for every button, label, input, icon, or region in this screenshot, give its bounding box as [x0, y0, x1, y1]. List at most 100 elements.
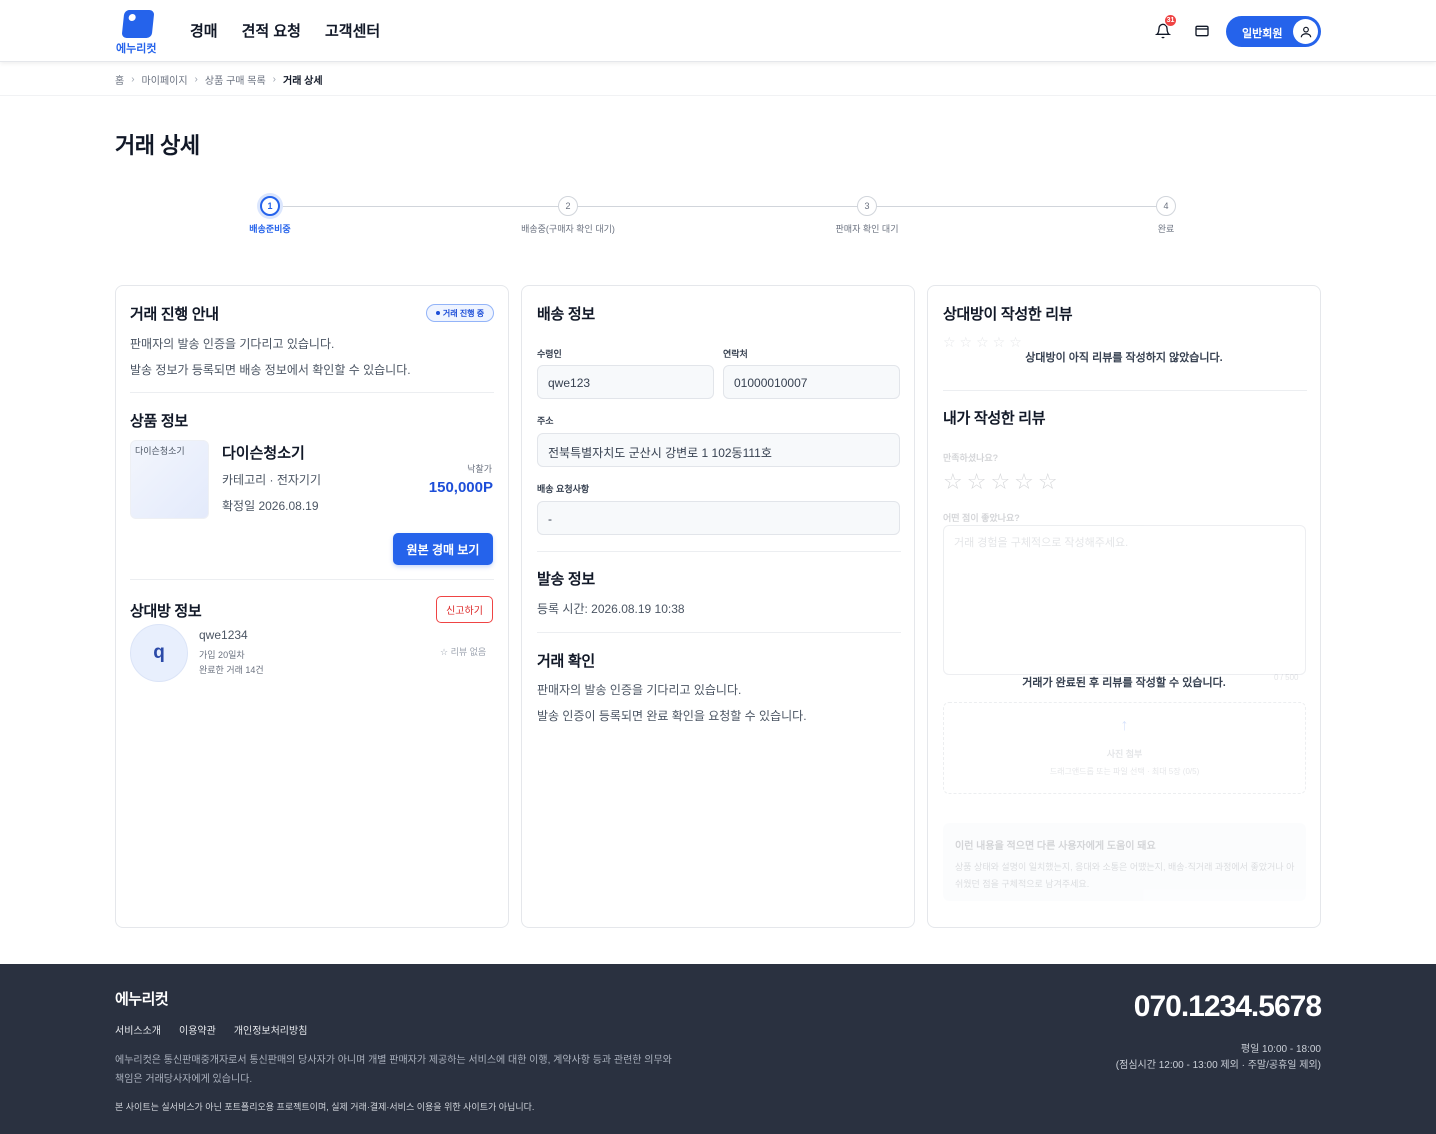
photo-title: 사진 첨부 [1106, 749, 1143, 759]
footer-hours: 평일 10:00 - 18:00 (점심시간 12:00 - 13:00 제외 … [1050, 1042, 1321, 1074]
breadcrumb-purchase-list[interactable]: 상품 구매 목록 [205, 72, 266, 87]
their-review-empty: 상대방이 아직 리뷰를 작성하지 않았습니다. [1025, 352, 1223, 364]
chevron-right-icon: › [272, 74, 276, 85]
report-button[interactable]: 신고하기 [436, 596, 493, 623]
footer-link-privacy[interactable]: 개인정보처리방침 [234, 1022, 308, 1037]
satisfaction-question: 만족하셨나요? [943, 453, 999, 463]
nav-auction[interactable]: 경매 [190, 20, 218, 41]
main-nav: 경매 견적 요청 고객센터 [190, 20, 380, 41]
member-label: 일반회원 [1242, 28, 1283, 40]
notification-badge: 31 [1164, 14, 1177, 27]
counterpart-joined: 가입 20일차 [199, 650, 245, 660]
member-menu-button[interactable]: 일반회원 [1226, 16, 1321, 47]
divider [537, 632, 901, 633]
review-status: ☆ 리뷰 없음 [440, 645, 486, 658]
footer-disclaimer: 에누리컷은 통신판매중개자로서 통신판매의 당사자가 아니며 개별 판매자가 제… [115, 1055, 672, 1085]
counterpart-section-title: 상대방 정보 [130, 603, 202, 620]
step-circle: 3 [857, 196, 877, 216]
breadcrumb-current: 거래 상세 [283, 76, 323, 87]
dispatch-time: 등록 시간: 2026.08.19 10:38 [537, 602, 685, 616]
divider [130, 392, 494, 393]
step-circle: 4 [1156, 196, 1176, 216]
status-dot-icon [435, 311, 440, 315]
user-avatar [1293, 19, 1318, 44]
product-image-alt: 다이슨청소기 [135, 446, 185, 456]
photo-dropzone[interactable]: ↑ 사진 첨부 드래그앤드롭 또는 파일 선택 · 최대 5장 (0/5) [943, 702, 1306, 794]
logo[interactable]: 에누리컷 [114, 10, 162, 55]
progress-line-2: 발송 정보가 등록되면 배송 정보에서 확인할 수 있습니다. [130, 363, 411, 377]
price-label: 낙찰가 [467, 464, 492, 474]
wallet-icon [1195, 25, 1209, 37]
step-circle: 2 [558, 196, 578, 216]
step-3: 3 판매자 확인 대기 [787, 195, 947, 235]
dispatch-title: 발송 정보 [537, 571, 595, 588]
delivery-request-field[interactable]: - [537, 501, 900, 535]
review-locked-message: 거래가 완료된 후 리뷰를 작성할 수 있습니다. [1022, 677, 1226, 689]
page-title: 거래 상세 [115, 133, 200, 158]
breadcrumb-mypage[interactable]: 마이페이지 [142, 72, 188, 87]
breadcrumb-bar: 홈 › 마이페이지 › 상품 구매 목록 › 거래 상세 [0, 63, 1436, 96]
chevron-right-icon: › [131, 74, 135, 85]
experience-question: 어떤 점이 좋았나요? [943, 513, 1020, 523]
winning-price: 150,000P [428, 479, 493, 496]
divider [943, 390, 1307, 391]
divider [537, 551, 901, 552]
footer-link-about[interactable]: 서비스소개 [115, 1022, 161, 1037]
tip-title: 이런 내용을 적으면 다른 사용자에게 도움이 돼요 [955, 841, 1156, 852]
contact-field[interactable]: 01000010007 [723, 365, 900, 399]
trade-confirm-title: 거래 확인 [537, 653, 595, 670]
footer-logo: 에누리컷 [115, 991, 169, 1008]
upload-arrow-icon: ↑ [1120, 717, 1129, 734]
delivery-request-label: 배송 요청사항 [537, 484, 590, 494]
address-field[interactable]: 전북특별자치도 군산시 강변로 1 102동111호 [537, 433, 900, 467]
breadcrumb-home[interactable]: 홈 [115, 72, 124, 87]
wallet-button[interactable] [1189, 18, 1215, 44]
recipient-label: 수령인 [537, 349, 562, 359]
footer: 에누리컷 서비스소개 이용약관 개인정보처리방침 에누리컷은 통신판매중개자로서… [0, 964, 1436, 1134]
shipping-title: 배송 정보 [537, 306, 595, 323]
step-circle: 1 [260, 196, 280, 216]
review-status-label: 리뷰 없음 [450, 647, 487, 657]
logo-mark-icon [121, 10, 155, 38]
photo-hint: 드래그앤드롭 또는 파일 선택 · 최대 5장 (0/5) [1049, 767, 1200, 776]
review-placeholder: 거래 경험을 구체적으로 작성해주세요. [954, 537, 1129, 549]
confirm-line-1: 판매자의 발송 인증을 기다리고 있습니다. [537, 683, 742, 697]
shipping-info-card: 배송 정보 수령인 연락처 qwe123 01000010007 주소 전북특별… [521, 285, 915, 928]
trade-progress-card: 거래 진행 안내 거래 진행 중 판매자의 발송 인증을 기다리고 있습니다. … [115, 285, 509, 928]
user-icon [1300, 26, 1311, 37]
their-review-title: 상대방이 작성한 리뷰 [943, 306, 1073, 323]
product-category: 카테고리 · 전자기기 [222, 473, 321, 487]
view-original-auction-button[interactable]: 원본 경매 보기 [393, 533, 493, 565]
step-label: 완료 [1157, 224, 1175, 234]
contact-label: 연락처 [723, 349, 748, 359]
footer-links: 서비스소개 이용약관 개인정보처리방침 [115, 1022, 307, 1037]
progress-title: 거래 진행 안내 [130, 306, 219, 323]
review-textarea[interactable]: 거래 경험을 구체적으로 작성해주세요. [943, 525, 1306, 675]
progress-line-1: 판매자의 발송 인증을 기다리고 있습니다. [130, 337, 335, 351]
product-name: 다이슨청소기 [222, 445, 305, 462]
recipient-field[interactable]: qwe123 [537, 365, 714, 399]
product-image[interactable]: 다이슨청소기 [130, 440, 209, 519]
nav-customer-center[interactable]: 고객센터 [325, 20, 380, 41]
counterpart-completed-trades: 완료한 거래 14건 [199, 665, 264, 675]
star-outline-icon: ☆ [440, 647, 449, 657]
status-badge: 거래 진행 중 [426, 304, 494, 322]
tip-body: 상품 상태와 설명이 일치했는지, 응대와 소통은 어땠는지, 배송·직거래 과… [955, 862, 1295, 889]
rating-stars-icon: ☆☆☆☆☆ [943, 469, 1062, 494]
footer-portfolio-note: 본 사이트는 실서비스가 아닌 포트폴리오용 프로젝트이며, 실제 거래·결제·… [115, 1102, 535, 1112]
footer-hours-weekday: 평일 10:00 - 18:00 [1240, 1044, 1321, 1055]
confirm-line-2: 발송 인증이 등록되면 완료 확인을 요청할 수 있습니다. [537, 709, 807, 723]
address-label: 주소 [537, 416, 554, 426]
top-header: 에누리컷 경매 견적 요청 고객센터 31 일반회원 [0, 0, 1436, 62]
reviews-card: 상대방이 작성한 리뷰 ☆☆☆☆☆ 상대방이 아직 리뷰를 작성하지 않았습니다… [927, 285, 1321, 928]
nav-quote-request[interactable]: 견적 요청 [242, 20, 301, 41]
my-review-title: 내가 작성한 리뷰 [943, 410, 1046, 427]
notification-button[interactable]: 31 [1150, 14, 1177, 44]
footer-link-terms[interactable]: 이용약관 [179, 1022, 216, 1037]
footer-phone: 070.1234.5678 [1133, 990, 1322, 1023]
counterpart-avatar: q [130, 624, 188, 682]
step-label: 배송준비중 [249, 224, 291, 234]
footer-hours-note: (점심시간 12:00 - 13:00 제외 · 주말/공휴일 제외) [1115, 1060, 1321, 1071]
logo-text: 에누리컷 [116, 43, 157, 55]
breadcrumb: 홈 › 마이페이지 › 상품 구매 목록 › 거래 상세 [115, 72, 323, 87]
